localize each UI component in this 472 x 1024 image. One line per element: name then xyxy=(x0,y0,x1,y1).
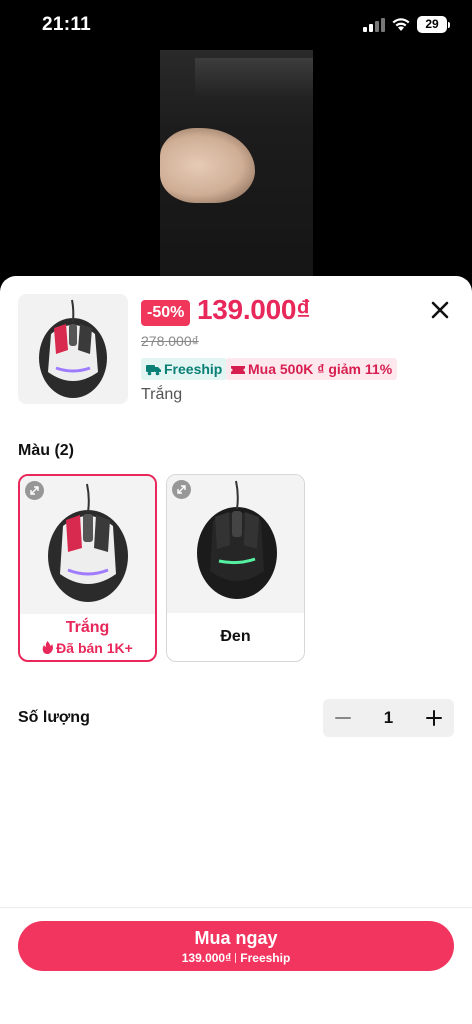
buy-now-subtext: 139.000₫ Freeship xyxy=(18,951,454,965)
promo-tag: Mua 500K ₫ giảm 11% xyxy=(226,358,398,380)
expand-icon[interactable] xyxy=(172,480,191,499)
freeship-tag-label: Freeship xyxy=(164,361,223,377)
variant-name: Trắng xyxy=(65,619,110,636)
minus-icon xyxy=(335,717,351,719)
freeship-tag: Freeship xyxy=(141,358,228,380)
signal-icon xyxy=(363,18,385,32)
variant-sold-text: Đã bán 1K+ xyxy=(56,640,133,656)
quantity-label: Số lượng xyxy=(18,709,90,726)
expand-icon[interactable] xyxy=(25,481,44,500)
variant-image xyxy=(20,476,155,614)
ticket-icon xyxy=(231,366,245,375)
truck-icon xyxy=(146,365,161,376)
footer-divider xyxy=(0,907,472,908)
status-bar: 21:11 29 xyxy=(0,0,472,50)
close-icon[interactable] xyxy=(428,298,452,322)
variant-option-black[interactable]: Đen xyxy=(166,474,305,662)
discount-badge: -50% xyxy=(141,300,191,326)
buy-now-price: 139.000₫ xyxy=(181,951,232,965)
product-thumbnail[interactable] xyxy=(18,294,128,404)
color-section-label: Màu (2) xyxy=(18,442,74,459)
white-mouse-image xyxy=(39,299,107,398)
plus-icon xyxy=(426,710,442,726)
variant-selection-sheet: -50% 139.000₫ 278.000₫ Freeship Mua 500K… xyxy=(0,276,472,1024)
quantity-value[interactable]: 1 xyxy=(363,699,414,737)
promo-tag-label: Mua 500K ₫ giảm 11% xyxy=(248,361,393,377)
quantity-decrease-button[interactable] xyxy=(323,699,363,737)
fire-icon xyxy=(42,641,54,654)
wifi-icon xyxy=(392,18,410,31)
video-scene-object xyxy=(195,58,313,98)
variant-image xyxy=(167,475,304,613)
product-video-preview[interactable] xyxy=(160,50,313,280)
status-time: 21:11 xyxy=(42,14,92,35)
original-price: 278.000₫ xyxy=(141,333,199,349)
buy-now-label: Mua ngay xyxy=(194,928,278,948)
buy-now-button[interactable]: Mua ngay 139.000₫ Freeship xyxy=(18,921,454,971)
quantity-stepper: 1 xyxy=(323,699,454,737)
selected-variant-label: Trắng xyxy=(141,386,183,403)
variant-option-white[interactable]: Trắng Đã bán 1K+ xyxy=(18,474,157,662)
variant-sold-count: Đã bán 1K+ xyxy=(20,640,155,656)
battery-indicator: 29 xyxy=(417,16,450,33)
buy-now-shipping: Freeship xyxy=(240,951,291,965)
product-price: 139.000₫ xyxy=(197,294,311,325)
variant-name: Đen xyxy=(220,628,251,645)
quantity-increase-button[interactable] xyxy=(414,699,454,737)
video-hand xyxy=(160,128,255,203)
